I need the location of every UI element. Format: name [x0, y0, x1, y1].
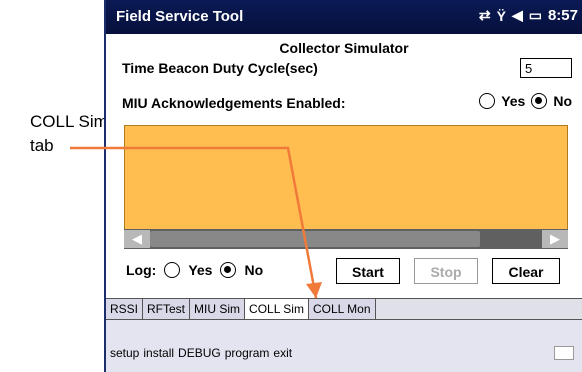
callout-line-1: COLL Sim: [30, 112, 108, 131]
tab-miu-sim[interactable]: MIU Sim: [190, 299, 246, 319]
log-row: Log: Yes No: [126, 262, 263, 278]
app-title: Field Service Tool: [116, 8, 244, 25]
duty-cycle-label: Time Beacon Duty Cycle(sec): [122, 60, 318, 76]
battery-icon: ▭: [528, 7, 542, 23]
ack-radio-group: Yes No: [479, 93, 572, 109]
ack-label: MIU Acknowledgements Enabled:: [122, 95, 346, 111]
horizontal-scrollbar[interactable]: ◀ ▶: [124, 229, 568, 249]
sync-icon: ⇄: [478, 7, 491, 23]
ack-no-radio[interactable]: [531, 93, 548, 109]
log-no-label: No: [244, 262, 264, 278]
ack-yes-radio[interactable]: [479, 93, 496, 109]
callout-label: COLL Sim tab: [30, 110, 108, 158]
menu-setup[interactable]: setup: [110, 346, 139, 360]
clear-button[interactable]: Clear: [492, 258, 560, 284]
tab-coll-sim[interactable]: COLL Sim: [245, 299, 309, 319]
log-yes-radio[interactable]: [164, 262, 181, 278]
menu-bar: setup install DEBUG program exit: [106, 320, 582, 372]
log-label: Log:: [126, 262, 157, 278]
keyboard-icon[interactable]: [554, 346, 574, 360]
start-button[interactable]: Start: [336, 258, 400, 284]
clock: 8:57: [547, 7, 578, 24]
ack-yes-label: Yes: [501, 93, 526, 109]
log-no-radio[interactable]: [220, 262, 237, 278]
volume-icon: ◀: [511, 7, 523, 23]
tab-rftest[interactable]: RFTest: [143, 299, 191, 319]
duty-cycle-input[interactable]: [520, 58, 572, 78]
menu-program[interactable]: program: [225, 346, 270, 360]
scroll-thumb[interactable]: [150, 231, 480, 247]
menu-install[interactable]: install: [143, 346, 174, 360]
scroll-right-icon[interactable]: ▶: [542, 230, 568, 248]
tab-coll-mon[interactable]: COLL Mon: [308, 299, 376, 319]
status-area: ⇄ Ÿ ◀ ▭ 8:57: [479, 7, 578, 24]
menu-exit[interactable]: exit: [273, 346, 292, 360]
device-screen: Field Service Tool ⇄ Ÿ ◀ ▭ 8:57 Collecto…: [104, 0, 582, 372]
ack-no-label: No: [553, 93, 572, 109]
title-bar: Field Service Tool ⇄ Ÿ ◀ ▭ 8:57: [106, 0, 582, 34]
stop-button[interactable]: Stop: [414, 258, 478, 284]
menu-debug[interactable]: DEBUG: [178, 346, 221, 360]
menu-items: setup install DEBUG program exit: [110, 346, 292, 360]
scroll-left-icon[interactable]: ◀: [124, 230, 150, 248]
log-yes-label: Yes: [188, 262, 213, 278]
signal-off-icon: Ÿ: [496, 7, 506, 24]
tab-rssi[interactable]: RSSI: [106, 299, 144, 319]
callout-line-2: tab: [30, 136, 54, 155]
tab-strip: RSSI RFTest MIU Sim COLL Sim COLL Mon: [106, 298, 582, 320]
screen-heading: Collector Simulator: [279, 40, 409, 56]
